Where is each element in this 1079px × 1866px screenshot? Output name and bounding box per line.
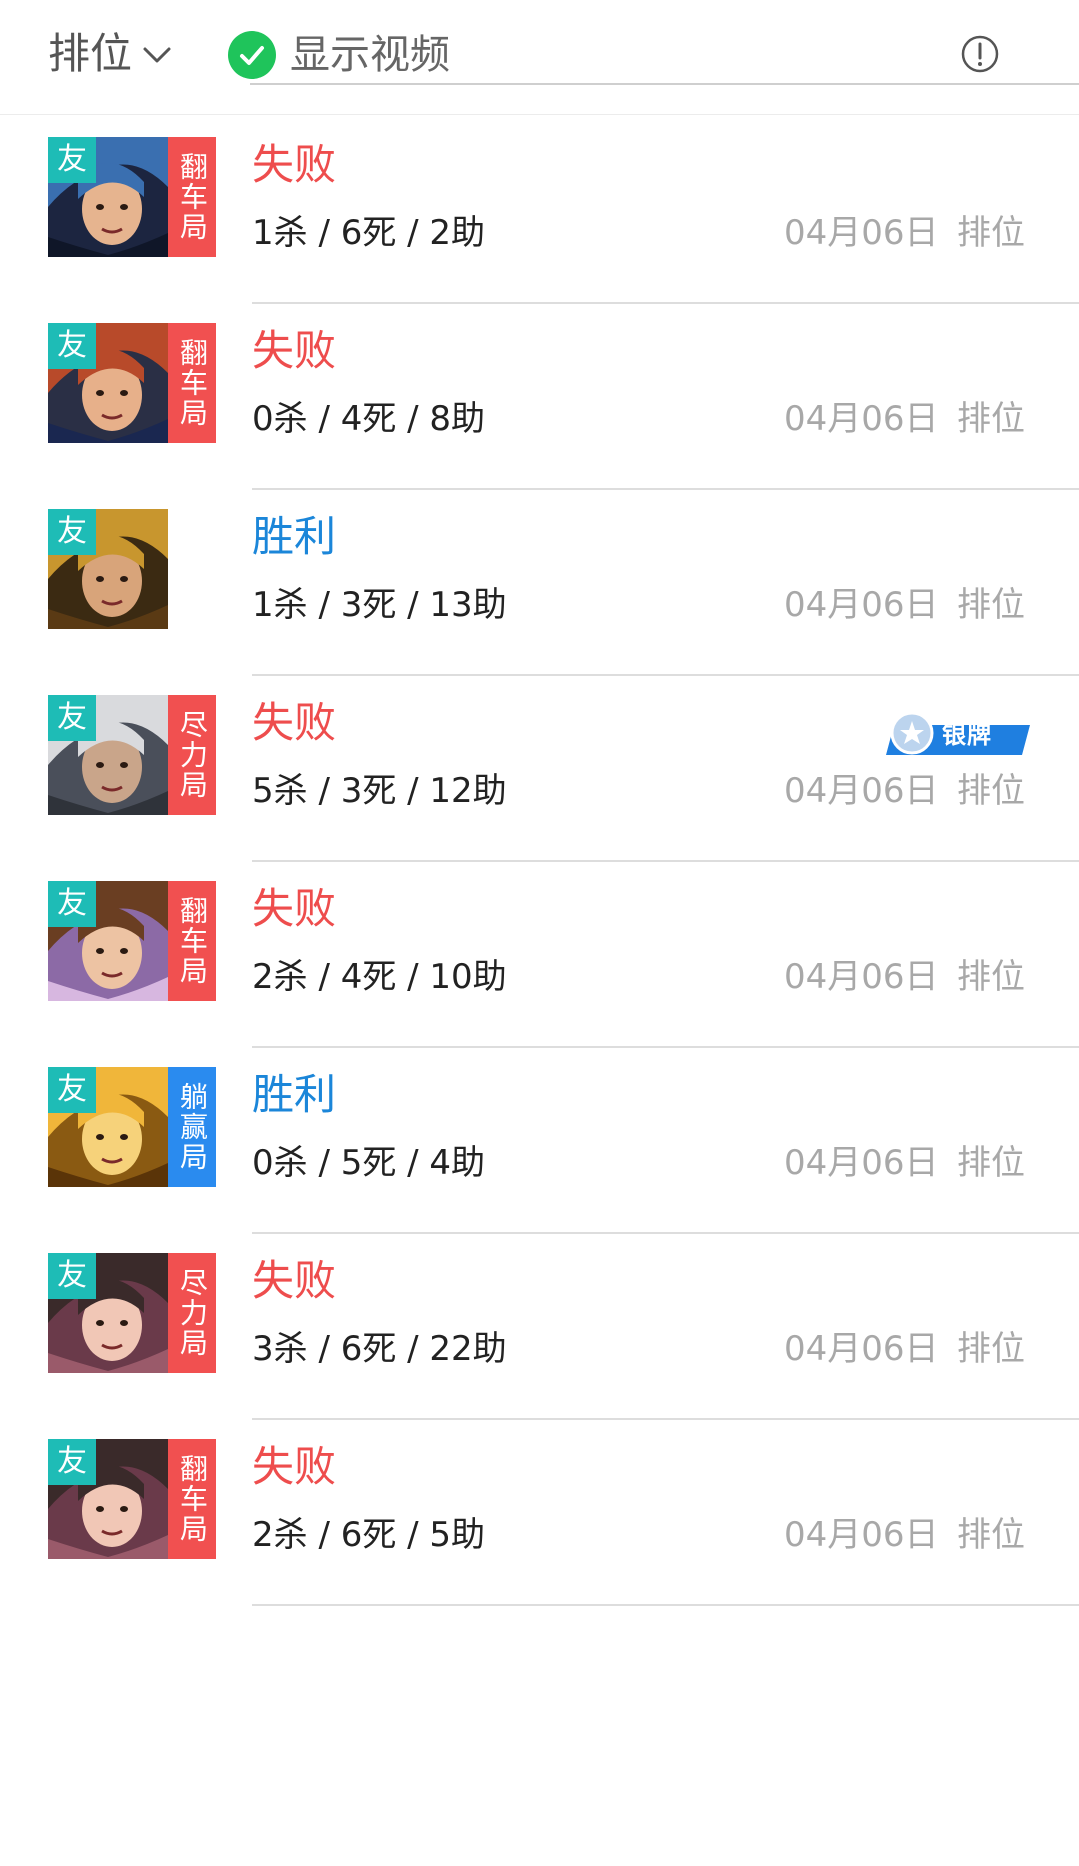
header-bar: 排位 显示视频	[0, 0, 1079, 115]
match-mode: 排位	[957, 585, 1025, 625]
match-date: 04月06日	[784, 1329, 939, 1369]
medal-label: 银牌	[942, 721, 992, 749]
info-icon[interactable]	[960, 34, 1000, 74]
row-divider	[252, 1604, 1079, 1606]
friend-tag: 友	[48, 1439, 96, 1485]
match-date: 04月06日	[784, 585, 939, 625]
friend-tag: 友	[48, 137, 96, 183]
match-result: 失败	[252, 326, 337, 375]
match-result: 失败	[252, 884, 337, 933]
match-mode: 排位	[957, 957, 1025, 997]
kda-stats: 0杀 / 5死 / 4助	[252, 1143, 486, 1183]
match-date: 04月06日	[784, 957, 939, 997]
match-result: 失败	[252, 698, 337, 747]
match-date: 04月06日	[784, 399, 939, 439]
friend-tag: 友	[48, 881, 96, 927]
match-mode: 排位	[957, 1329, 1025, 1369]
game-type-tag: 翻车局	[168, 137, 216, 257]
mode-filter-label: 排位	[48, 29, 133, 78]
match-date: 04月06日	[784, 1143, 939, 1183]
header-underline	[250, 83, 1079, 85]
match-mode: 排位	[957, 399, 1025, 439]
game-type-tag: 翻车局	[168, 1439, 216, 1559]
game-type-tag: 翻车局	[168, 881, 216, 1001]
chevron-down-icon	[143, 47, 171, 63]
check-circle-icon	[228, 31, 276, 79]
match-date: 04月06日	[784, 213, 939, 253]
match-date: 04月06日	[784, 1515, 939, 1555]
kda-stats: 0杀 / 4死 / 8助	[252, 399, 486, 439]
game-type-tag: 尽力局	[168, 695, 216, 815]
game-type-tag: 尽力局	[168, 1253, 216, 1373]
kda-stats: 3杀 / 6死 / 22助	[252, 1329, 507, 1369]
friend-tag: 友	[48, 509, 96, 555]
game-type-tag: 翻车局	[168, 323, 216, 443]
match-mode: 排位	[957, 771, 1025, 811]
kda-stats: 1杀 / 6死 / 2助	[252, 213, 486, 253]
match-mode: 排位	[957, 1515, 1025, 1555]
game-type-tag: 躺赢局	[168, 1067, 216, 1187]
friend-tag: 友	[48, 323, 96, 369]
mode-filter-dropdown[interactable]: 排位	[48, 28, 174, 80]
friend-tag: 友	[48, 1253, 96, 1299]
match-row[interactable]: 友 翻车局 失败 2杀 / 6死 / 5助 04月06日 排位	[0, 1417, 1079, 1638]
match-mode: 排位	[957, 213, 1025, 253]
match-result: 失败	[252, 140, 337, 189]
match-result: 失败	[252, 1256, 337, 1305]
match-result: 失败	[252, 1442, 337, 1491]
match-result: 胜利	[252, 1070, 337, 1119]
friend-tag: 友	[48, 695, 96, 741]
friend-tag: 友	[48, 1067, 96, 1113]
kda-stats: 2杀 / 4死 / 10助	[252, 957, 507, 997]
silver-medal-badge: 银牌	[884, 711, 1030, 759]
kda-stats: 2杀 / 6死 / 5助	[252, 1515, 486, 1555]
show-video-label: 显示视频	[290, 32, 450, 78]
match-date: 04月06日	[784, 771, 939, 811]
match-mode: 排位	[957, 1143, 1025, 1183]
show-video-toggle[interactable]: 显示视频	[228, 30, 450, 80]
kda-stats: 1杀 / 3死 / 13助	[252, 585, 507, 625]
kda-stats: 5杀 / 3死 / 12助	[252, 771, 507, 811]
match-result: 胜利	[252, 512, 337, 561]
